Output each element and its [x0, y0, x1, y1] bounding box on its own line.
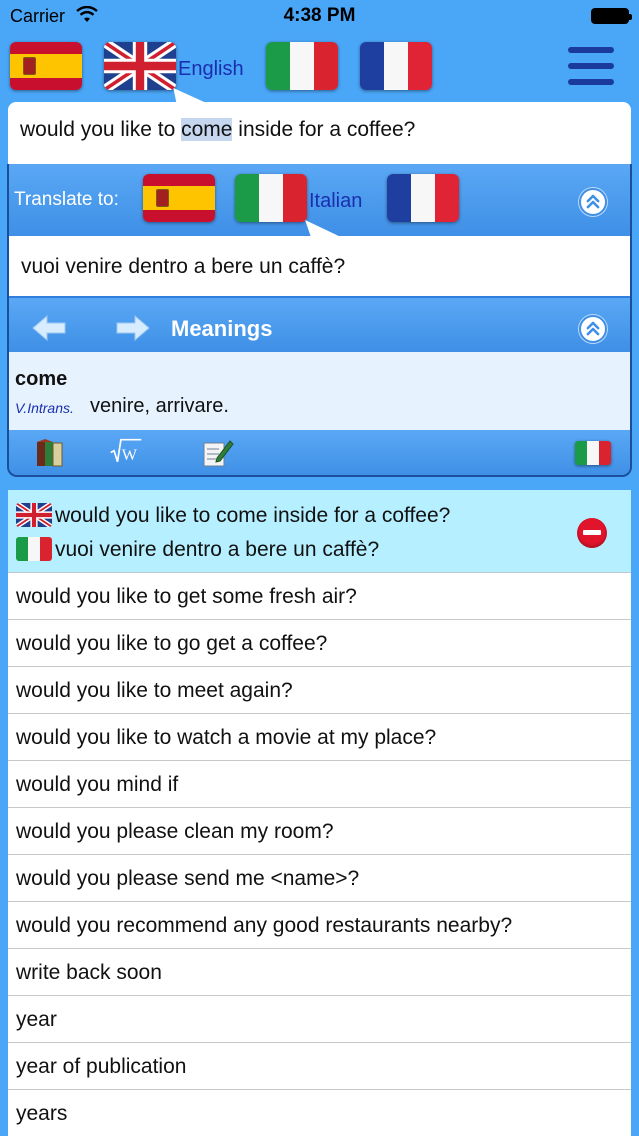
meanings-bar	[9, 298, 630, 352]
clock: 4:38 PM	[283, 5, 356, 26]
italian-flag-icon	[16, 537, 52, 561]
list-item[interactable]: year of publication	[8, 1043, 631, 1090]
uk-flag-button[interactable]	[104, 42, 176, 90]
source-text[interactable]: would you like to come inside for a coff…	[20, 118, 415, 142]
svg-text:W: W	[122, 447, 138, 463]
translation-text[interactable]: vuoi venire dentro a bere un caffè?	[21, 255, 345, 279]
list-item[interactable]: would you like to watch a movie at my pl…	[8, 714, 631, 761]
arrow-right-icon[interactable]	[115, 314, 151, 342]
list-item[interactable]: years	[8, 1090, 631, 1136]
target-italian-flag-button[interactable]	[235, 174, 307, 222]
translate-to-label: Translate to:	[14, 189, 119, 210]
italian-flag-icon[interactable]	[575, 441, 611, 465]
uk-flag-icon	[16, 503, 52, 527]
battery-icon	[591, 8, 632, 24]
list-item[interactable]: would you like to get some fresh air?	[8, 573, 631, 620]
status-bar: Carrier 4:38 PM	[0, 0, 639, 34]
list-item[interactable]: would you like to go get a coffee?	[8, 620, 631, 667]
current-translation-row[interactable]: would you like to come inside for a coff…	[8, 490, 631, 573]
target-language-label: Italian	[309, 190, 363, 212]
italian-flag-button[interactable]	[266, 42, 338, 90]
part-of-speech: V.Intrans.	[15, 400, 74, 416]
wikipedia-icon[interactable]: W	[109, 438, 143, 468]
menu-button[interactable]	[568, 45, 616, 87]
list-item[interactable]: write back soon	[8, 949, 631, 996]
arrow-left-icon[interactable]	[31, 314, 67, 342]
suggestion-list: would you like to get some fresh air? wo…	[8, 573, 631, 1136]
meaning-definition: venire, arrivare.	[90, 395, 229, 417]
edit-note-icon[interactable]	[201, 438, 235, 468]
list-item[interactable]: would you recommend any good restaurants…	[8, 902, 631, 949]
source-language-label: English	[178, 58, 244, 80]
list-item[interactable]: would you please clean my room?	[8, 808, 631, 855]
french-flag-button[interactable]	[360, 42, 432, 90]
spanish-flag-button[interactable]	[10, 42, 82, 90]
meaning-word: come	[15, 368, 68, 390]
collapse-translation-icon[interactable]	[579, 188, 607, 216]
selected-word: come	[181, 118, 233, 141]
list-item[interactable]: would you mind if	[8, 761, 631, 808]
meanings-title: Meanings	[171, 316, 273, 341]
translation-panel: Translate to: Italian vuoi venire dentro…	[7, 164, 632, 477]
delete-icon[interactable]	[577, 518, 607, 548]
list-item[interactable]: would you like to meet again?	[8, 667, 631, 714]
current-source-text: would you like to come inside for a coff…	[55, 504, 451, 527]
meaning-box	[9, 352, 630, 430]
history-list: would you like to come inside for a coff…	[8, 490, 631, 1136]
collapse-meanings-icon[interactable]	[579, 315, 607, 343]
dictionary-book-icon[interactable]	[33, 438, 67, 468]
tools-bar	[9, 430, 630, 475]
target-spanish-flag-button[interactable]	[143, 174, 215, 222]
current-translation-text: vuoi venire dentro a bere un caffè?	[55, 538, 380, 561]
list-item[interactable]: would you please send me <name>?	[8, 855, 631, 902]
list-item[interactable]: year	[8, 996, 631, 1043]
target-french-flag-button[interactable]	[387, 174, 459, 222]
